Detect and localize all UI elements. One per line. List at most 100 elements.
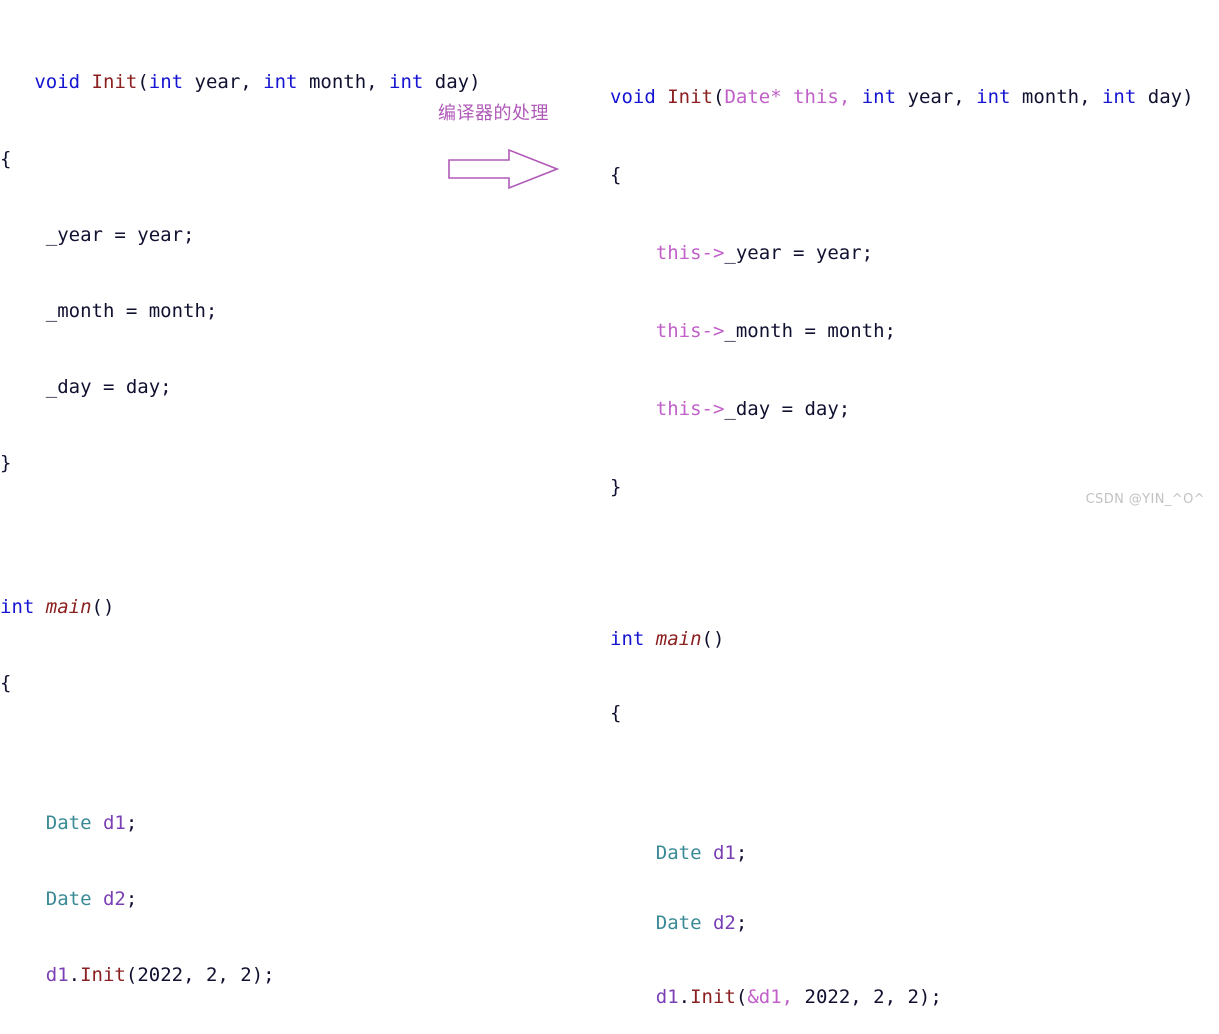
code-token: int [263, 71, 298, 93]
code-token: d1 [655, 986, 679, 1008]
code-token: void [610, 86, 656, 108]
code-token: ; [125, 888, 138, 910]
code-token: this-> [655, 242, 725, 264]
csdn-watermark: CSDN @YIN_^O^ [1085, 492, 1205, 507]
code-token: 2022, 2, 2); [793, 986, 942, 1008]
right-code-block: void Init(Date* this, int year, int mont… [610, 36, 1210, 1034]
code-token: Date [655, 842, 702, 864]
code-line: Date d1; [0, 807, 430, 839]
code-line: _month = month; [0, 295, 430, 327]
code-token: Date [655, 912, 702, 934]
code-token: main [655, 628, 702, 650]
code-token: _month = month; [0, 300, 218, 322]
code-line: { [610, 700, 1210, 726]
code-token: Date [45, 888, 92, 910]
code-token: _day = day; [724, 398, 851, 420]
code-token: } [0, 452, 12, 474]
code-token: Init [667, 86, 713, 108]
code-token: ( [735, 986, 748, 1008]
code-token: { [610, 164, 622, 186]
code-token: month, [297, 71, 390, 93]
code-line: _day = day; [0, 371, 430, 403]
code-token: ( [712, 86, 725, 108]
code-token: int [389, 71, 424, 93]
code-token: this-> [655, 398, 725, 420]
code-token: d1 [712, 842, 736, 864]
code-token: d1 [45, 964, 69, 986]
code-token: ; [125, 812, 138, 834]
code-token: int [976, 86, 1011, 108]
code-token: Init [91, 71, 138, 93]
code-token: Init [690, 986, 736, 1008]
code-line: void Init(Date* this, int year, int mont… [610, 80, 1210, 114]
code-line: Date d1; [610, 840, 1210, 866]
code-token: ; [735, 842, 748, 864]
code-line: { [0, 143, 430, 175]
left-code-block: void Init(int year, int month, int day) … [0, 22, 481, 1034]
code-line: d1.Init(2022, 2, 2); [0, 959, 430, 991]
code-token: int [0, 596, 35, 618]
code-token: month, [1010, 86, 1102, 108]
compiler-annotation: 编译器的处理 [438, 99, 618, 125]
code-line: this->_year = year; [610, 236, 1210, 270]
code-line: } [0, 447, 430, 479]
code-token: d1 [102, 812, 126, 834]
code-token: () [701, 628, 725, 650]
code-token: _year = year; [724, 242, 874, 264]
code-token: Date [45, 812, 92, 834]
code-token: year, [183, 71, 264, 93]
code-token: (2022, 2, 2); [125, 964, 275, 986]
code-token: day) [423, 71, 481, 93]
code-token: ; [735, 912, 748, 934]
code-token: } [610, 476, 622, 498]
code-token: int [861, 86, 897, 108]
code-line: _year = year; [0, 219, 430, 251]
code-token: void [34, 71, 81, 93]
code-line: void Init(int year, int month, int day) [0, 66, 480, 99]
code-token: d2 [102, 888, 126, 910]
code-token: { [0, 672, 12, 694]
code-token: { [610, 702, 622, 724]
code-token: &d1, [747, 986, 794, 1008]
annotation-label: 编译器的处理 [438, 103, 549, 124]
code-token: _month = month; [724, 320, 896, 342]
code-token: () [91, 596, 115, 618]
code-token: year, [896, 86, 977, 108]
code-token: _day = day; [0, 376, 172, 398]
code-line: { [610, 158, 1210, 192]
code-token: int [610, 628, 645, 650]
code-token: ( [137, 71, 149, 93]
code-token: this-> [655, 320, 725, 342]
code-token: day) [1136, 86, 1194, 108]
code-line: int main() [610, 622, 1210, 656]
code-line: Date d2; [610, 910, 1210, 936]
right-arrow-icon [447, 148, 560, 194]
code-token: Date* this, [724, 86, 851, 108]
code-line: this->_day = day; [610, 392, 1210, 426]
code-token: . [68, 964, 81, 986]
code-token: int [148, 71, 184, 93]
code-line: Date d2; [0, 883, 430, 915]
code-token: { [0, 148, 12, 170]
